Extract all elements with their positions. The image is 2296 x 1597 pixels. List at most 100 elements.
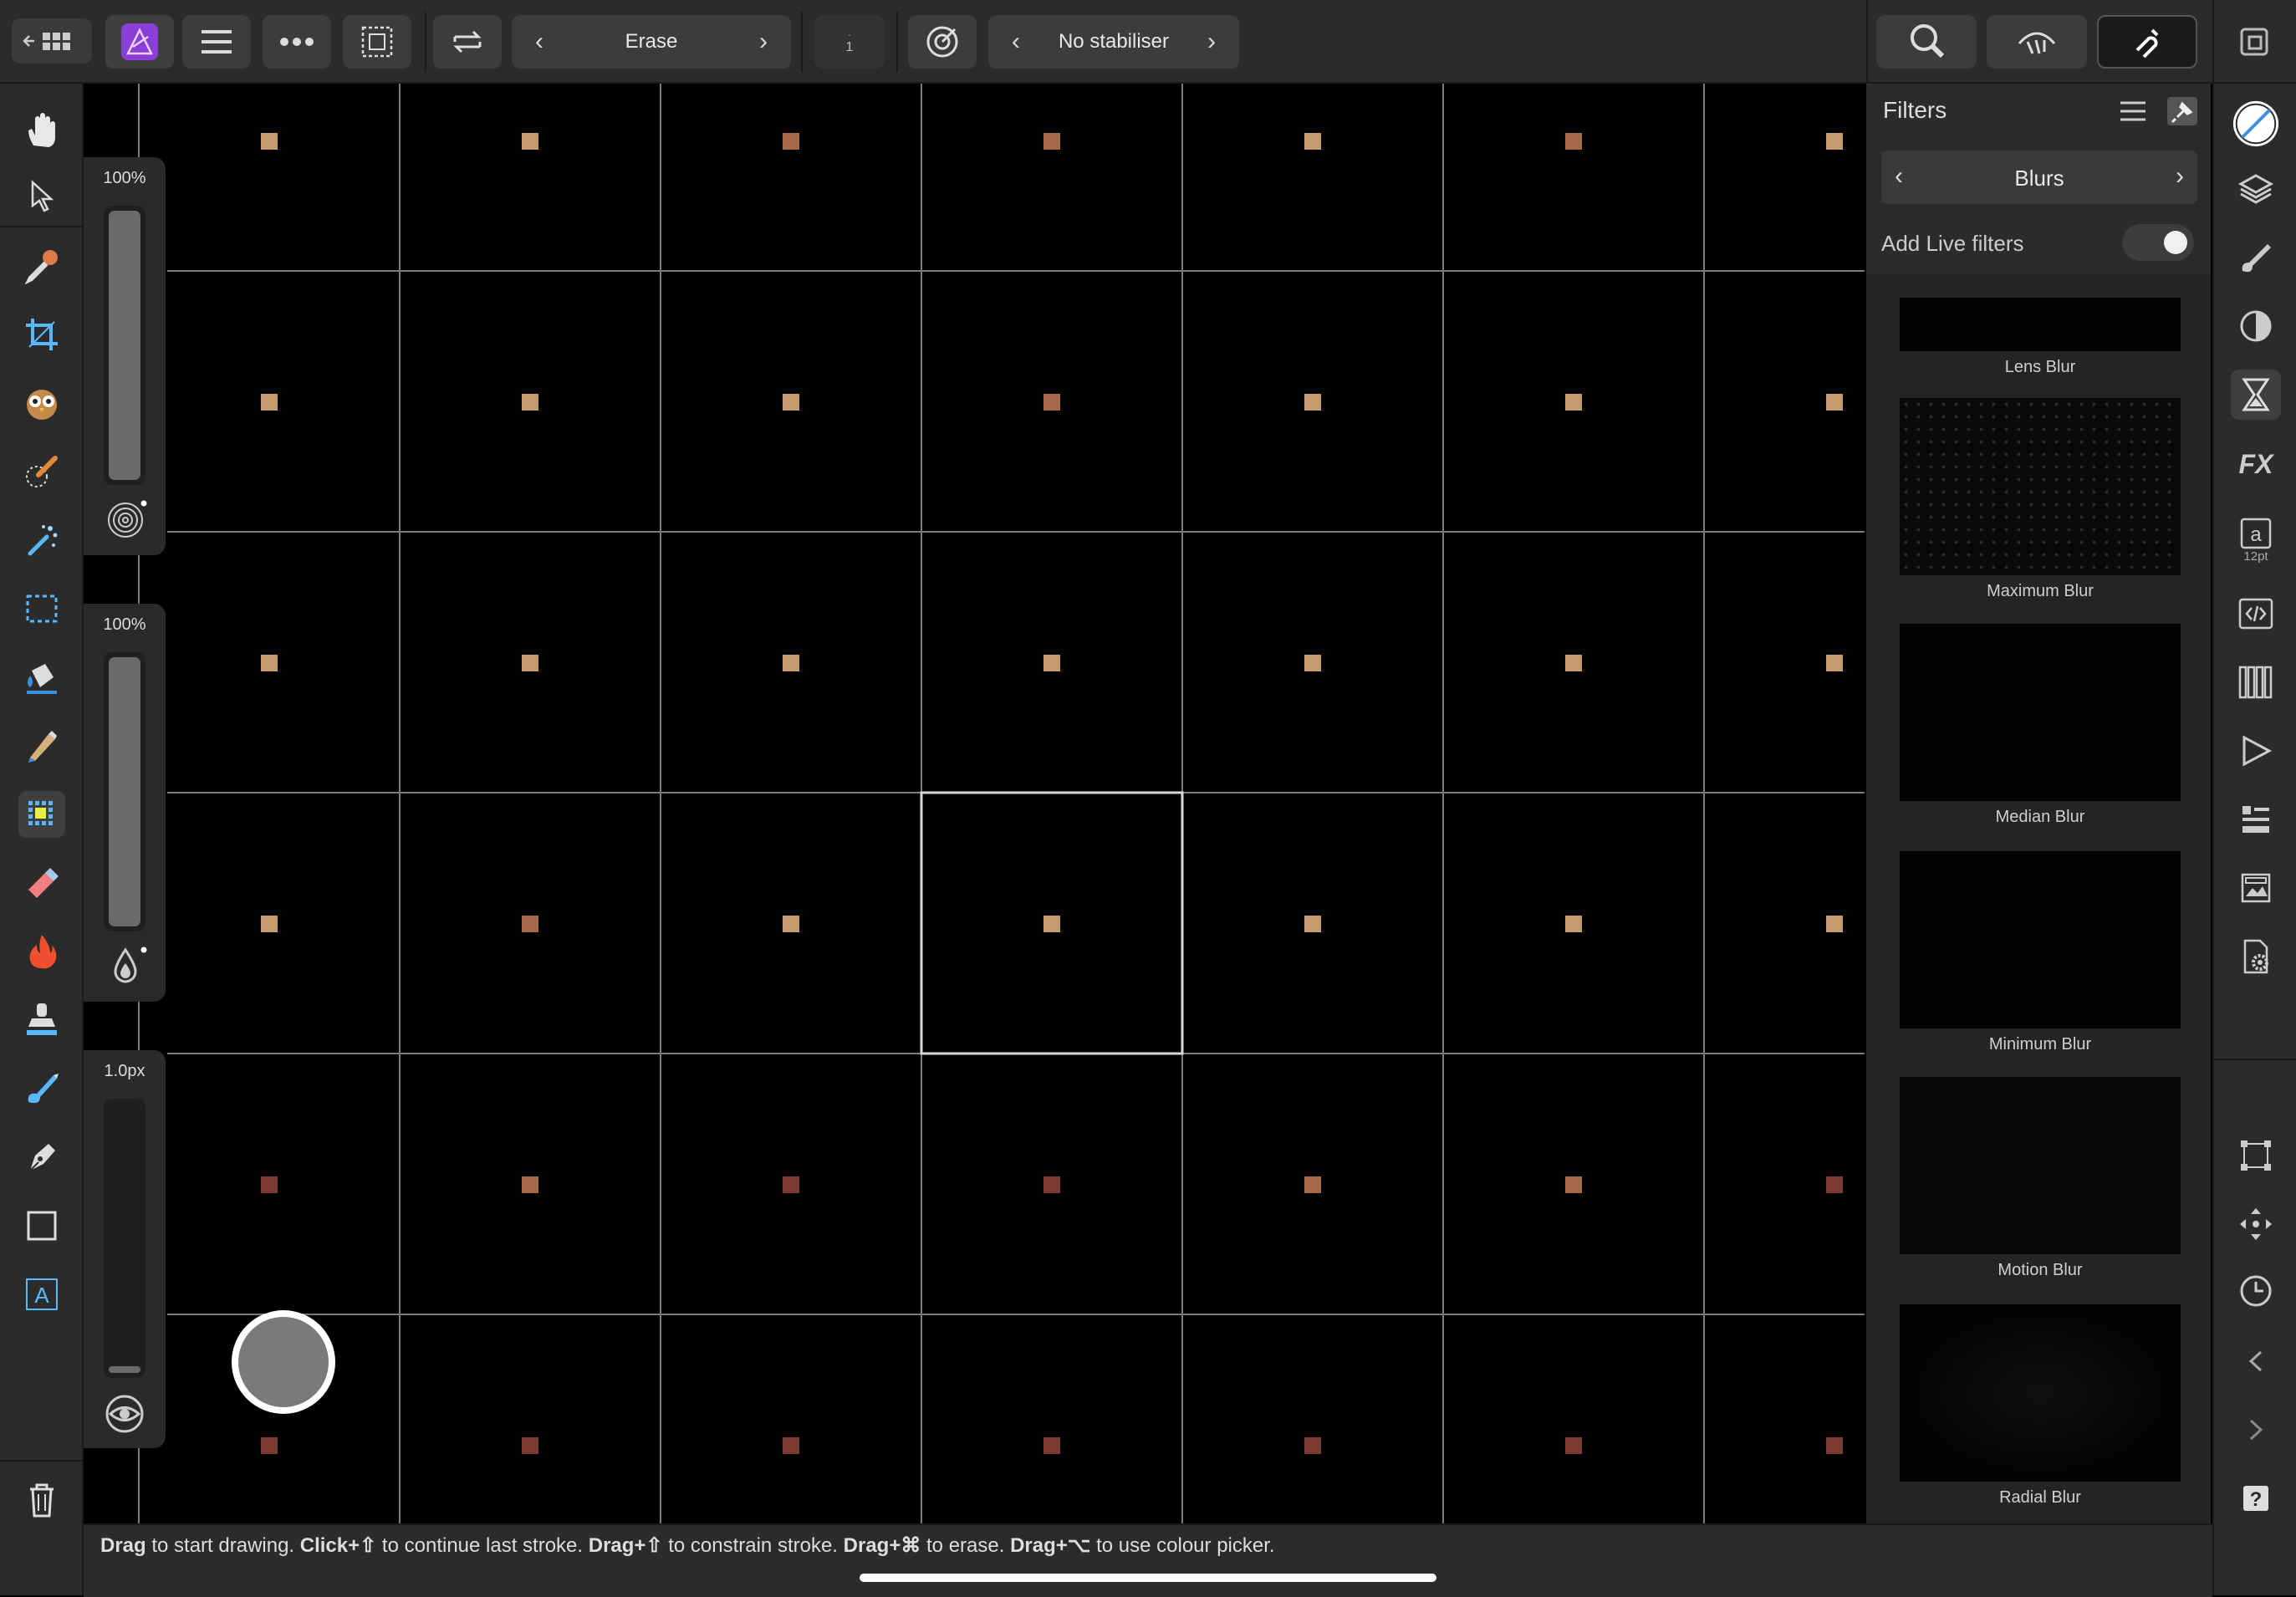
fx-studio-button[interactable]: FX xyxy=(2231,438,2281,488)
filter-median-blur[interactable]: Median Blur xyxy=(1900,624,2181,827)
persona-window-icon xyxy=(2240,28,2268,56)
menu-button[interactable] xyxy=(182,15,251,69)
navigator-studio-button[interactable] xyxy=(2231,794,2281,844)
paint-brush-tool[interactable] xyxy=(18,722,65,769)
swap-button[interactable] xyxy=(433,15,502,69)
opacity-slider[interactable] xyxy=(104,652,145,931)
filter-radial-blur[interactable]: Radial Blur xyxy=(1900,1304,2181,1508)
settings-studio-button[interactable] xyxy=(2231,931,2281,982)
brush-size-slider[interactable] xyxy=(104,206,145,485)
trash-icon xyxy=(30,1483,54,1518)
back-to-gallery-button[interactable] xyxy=(12,18,92,64)
play-studio-button[interactable] xyxy=(2231,726,2281,776)
affinity-photo-logo-icon xyxy=(121,23,158,60)
flood-fill-tool[interactable] xyxy=(18,654,65,701)
force-pressure-button[interactable] xyxy=(908,15,977,69)
layers-studio-button[interactable] xyxy=(2231,164,2281,214)
stroke-count-dots: · xyxy=(847,28,852,41)
crop-tool[interactable] xyxy=(18,311,65,358)
pixel-dot xyxy=(783,655,799,671)
filter-maximum-blur[interactable]: Maximum Blur xyxy=(1900,398,2181,601)
brush-mode-next-icon[interactable]: › xyxy=(751,28,776,56)
move-tool[interactable] xyxy=(18,172,65,219)
text-styles-studio-button[interactable]: a 12pt xyxy=(2231,507,2281,574)
selection-button[interactable] xyxy=(343,15,411,69)
brushes-studio-button[interactable] xyxy=(2231,232,2281,283)
liquify-persona-tool[interactable] xyxy=(18,380,65,426)
persona-switch-button[interactable] xyxy=(2231,15,2278,69)
panel-pin-icon[interactable] xyxy=(2167,97,2197,125)
pixel-dot xyxy=(1565,1437,1582,1454)
filter-motion-blur[interactable]: Motion Blur xyxy=(1900,1077,2181,1280)
character-size-value: 12pt xyxy=(2243,548,2268,564)
color-picker-tool[interactable] xyxy=(18,242,65,289)
help-button[interactable]: ? xyxy=(2231,1473,2281,1523)
flood-select-tool[interactable] xyxy=(18,517,65,564)
channels-studio-button[interactable] xyxy=(2231,657,2281,707)
pixel-brush-tool[interactable] xyxy=(18,791,65,838)
expand-button[interactable] xyxy=(2231,1405,2281,1455)
brush-hardness-icon[interactable] xyxy=(105,498,147,544)
text-tool[interactable]: A xyxy=(18,1271,65,1318)
pen-tool[interactable] xyxy=(18,1134,65,1181)
snapping-button[interactable] xyxy=(2097,15,2197,69)
flood-fill-icon xyxy=(27,664,57,694)
pixel-dot xyxy=(1565,655,1582,671)
macro-studio-button[interactable] xyxy=(2231,589,2281,639)
filter-minimum-blur[interactable]: Minimum Blur xyxy=(1900,851,2181,1054)
more-button[interactable] xyxy=(263,15,331,69)
smudge-tool[interactable] xyxy=(18,1065,65,1112)
history-button[interactable] xyxy=(2231,1266,2281,1316)
clone-tool[interactable] xyxy=(18,997,65,1043)
dodge-burn-tool[interactable] xyxy=(18,928,65,975)
eraser-tool[interactable] xyxy=(18,860,65,906)
hand-tool[interactable] xyxy=(18,107,65,154)
pixel-dot xyxy=(1043,655,1060,671)
filter-label: Minimum Blur xyxy=(1988,1035,2092,1054)
width-slider[interactable] xyxy=(104,1099,145,1378)
brush-mode-value: Erase xyxy=(625,30,678,53)
hint-text: to start drawing. xyxy=(145,1534,300,1557)
stabiliser-stepper[interactable]: ‹ No stabiliser › xyxy=(988,15,1239,69)
view-zoom-button[interactable] xyxy=(1876,15,1977,69)
transform-button[interactable] xyxy=(2231,1130,2281,1181)
view-eye-icon[interactable] xyxy=(104,1393,145,1439)
filters-studio-button[interactable] xyxy=(2231,370,2281,420)
assistant-button[interactable] xyxy=(1987,15,2087,69)
rectangle-tool[interactable] xyxy=(18,1202,65,1249)
back-grid-icon xyxy=(23,33,70,50)
text-icon: A xyxy=(26,1278,58,1310)
filter-lens-blur[interactable]: Lens Blur xyxy=(1900,298,2181,377)
hint-text: to continue last stroke. xyxy=(376,1534,589,1557)
toolbar-divider xyxy=(896,12,898,72)
quick-action-button[interactable] xyxy=(232,1310,335,1414)
adjustments-studio-button[interactable] xyxy=(2231,301,2281,351)
live-filters-toggle[interactable] xyxy=(2122,224,2194,261)
colour-studio-button[interactable] xyxy=(2231,99,2281,149)
pixel-dot xyxy=(783,1437,799,1454)
stabiliser-prev-icon[interactable]: ‹ xyxy=(1003,28,1028,56)
brush-mode-prev-icon[interactable]: ‹ xyxy=(527,28,552,56)
pixel-dot xyxy=(1043,1437,1060,1454)
delete-button[interactable] xyxy=(18,1477,65,1523)
owl-icon xyxy=(27,390,57,420)
filter-category-stepper[interactable]: ‹ Blurs › xyxy=(1881,151,2197,204)
pixel-dot xyxy=(1826,655,1843,671)
opacity-drop-icon[interactable] xyxy=(105,945,147,991)
brush-mode-stepper[interactable]: ‹ Erase › xyxy=(512,15,791,69)
pixel-dot xyxy=(783,133,799,150)
svg-text:?: ? xyxy=(2250,1488,2263,1511)
marquee-tool[interactable] xyxy=(18,585,65,632)
transform-icon xyxy=(2241,1140,2271,1171)
document-canvas[interactable] xyxy=(84,84,1865,1523)
move-button[interactable] xyxy=(2231,1199,2281,1249)
pixel-dot xyxy=(1826,1437,1843,1454)
stabiliser-next-icon[interactable]: › xyxy=(1199,28,1224,56)
category-next-icon[interactable]: › xyxy=(2176,162,2184,191)
export-studio-button[interactable] xyxy=(2231,863,2281,913)
selection-brush-tool[interactable] xyxy=(18,448,65,495)
app-menu-button[interactable] xyxy=(105,15,174,69)
panel-menu-icon[interactable] xyxy=(2119,99,2147,128)
collapse-button[interactable] xyxy=(2231,1336,2281,1386)
stroke-count-field[interactable]: · 1 xyxy=(814,15,885,69)
